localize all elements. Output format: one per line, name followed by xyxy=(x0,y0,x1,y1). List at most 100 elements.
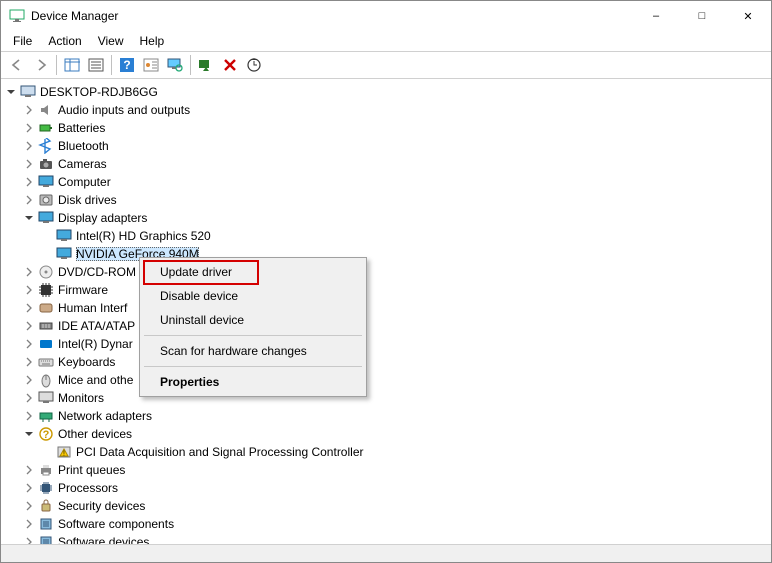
context-menu-item[interactable]: Scan for hardware changes xyxy=(142,339,364,363)
tree-node[interactable]: Human Interf xyxy=(1,299,771,317)
soft-icon xyxy=(38,534,54,544)
tree-node[interactable]: IDE ATA/ATAP xyxy=(1,317,771,335)
close-button[interactable]: ✕ xyxy=(725,1,771,31)
context-menu-item[interactable]: Update driver xyxy=(142,260,364,284)
svg-text:?: ? xyxy=(123,58,130,72)
window-controls: – □ ✕ xyxy=(633,1,771,31)
expander-open-icon[interactable] xyxy=(23,212,35,224)
maximize-button[interactable]: □ xyxy=(679,1,725,31)
expander-closed-icon[interactable] xyxy=(23,482,35,494)
tree-node[interactable]: Print queues xyxy=(1,461,771,479)
tree-node[interactable]: Software components xyxy=(1,515,771,533)
expander-closed-icon[interactable] xyxy=(23,122,35,134)
context-menu-separator xyxy=(144,366,362,367)
context-menu: Update driverDisable deviceUninstall dev… xyxy=(139,257,367,397)
menu-view[interactable]: View xyxy=(90,32,132,50)
ide-icon xyxy=(38,318,54,334)
expander-closed-icon[interactable] xyxy=(23,320,35,332)
help-button[interactable]: ? xyxy=(116,54,138,76)
expander-open-icon[interactable] xyxy=(23,428,35,440)
expander-closed-icon[interactable] xyxy=(23,266,35,278)
expander-closed-icon[interactable] xyxy=(23,140,35,152)
tree-node[interactable]: !PCI Data Acquisition and Signal Process… xyxy=(1,443,771,461)
expander-closed-icon[interactable] xyxy=(23,536,35,544)
back-button[interactable] xyxy=(6,54,28,76)
menu-action[interactable]: Action xyxy=(40,32,89,50)
network-icon xyxy=(38,408,54,424)
tree-node[interactable]: Bluetooth xyxy=(1,137,771,155)
scan-monitor-button[interactable] xyxy=(164,54,186,76)
svg-text:?: ? xyxy=(43,429,50,441)
tree-node[interactable]: Keyboards xyxy=(1,353,771,371)
tree-node[interactable]: Batteries xyxy=(1,119,771,137)
tree-node-label: Other devices xyxy=(58,427,132,441)
camera-icon xyxy=(38,156,54,172)
statusbar xyxy=(1,544,771,562)
expander-none xyxy=(41,248,53,260)
expander-closed-icon[interactable] xyxy=(23,104,35,116)
expander-closed-icon[interactable] xyxy=(23,374,35,386)
tree-node[interactable]: Software devices xyxy=(1,533,771,544)
menu-file[interactable]: File xyxy=(5,32,40,50)
expander-closed-icon[interactable] xyxy=(23,356,35,368)
monitor-icon xyxy=(56,228,72,244)
tree-node[interactable]: Security devices xyxy=(1,497,771,515)
delete-button[interactable] xyxy=(219,54,241,76)
context-menu-item[interactable]: Uninstall device xyxy=(142,308,364,332)
disk-icon xyxy=(38,192,54,208)
tree-node[interactable]: Firmware xyxy=(1,281,771,299)
tree-node-label: DESKTOP-RDJB6GG xyxy=(40,85,158,99)
tree-node[interactable]: Processors xyxy=(1,479,771,497)
tree-node[interactable]: Intel(R) Dynar xyxy=(1,335,771,353)
expander-closed-icon[interactable] xyxy=(23,194,35,206)
tree-node[interactable]: Monitors xyxy=(1,389,771,407)
minimize-button[interactable]: – xyxy=(633,1,679,31)
context-menu-item[interactable]: Properties xyxy=(142,370,364,394)
tree-node[interactable]: ? Other devices xyxy=(1,425,771,443)
expander-closed-icon[interactable] xyxy=(23,302,35,314)
expander-closed-icon[interactable] xyxy=(23,338,35,350)
tree-node-label: Cameras xyxy=(58,157,107,171)
context-menu-item[interactable]: Disable device xyxy=(142,284,364,308)
menu-help[interactable]: Help xyxy=(132,32,173,50)
tree-node[interactable]: Intel(R) HD Graphics 520 xyxy=(1,227,771,245)
tree-node-label: Software devices xyxy=(58,535,149,544)
tree-node[interactable]: Audio inputs and outputs xyxy=(1,101,771,119)
tree-node[interactable]: Network adapters xyxy=(1,407,771,425)
tree-node-label: DVD/CD-ROM xyxy=(58,265,136,279)
device-tree[interactable]: DESKTOP-RDJB6GGAudio inputs and outputsB… xyxy=(1,81,771,544)
tree-node[interactable]: NVIDIA GeForce 940M xyxy=(1,245,771,263)
chip-icon xyxy=(38,282,54,298)
window-title: Device Manager xyxy=(31,9,633,23)
update-button[interactable] xyxy=(243,54,265,76)
tree-node[interactable]: DVD/CD-ROM xyxy=(1,263,771,281)
tree-node-label: Computer xyxy=(58,175,111,189)
expander-none xyxy=(41,446,53,458)
tree-node[interactable]: Cameras xyxy=(1,155,771,173)
expander-closed-icon[interactable] xyxy=(23,158,35,170)
properties-pane-button[interactable] xyxy=(85,54,107,76)
tree-node[interactable]: Computer xyxy=(1,173,771,191)
action-button[interactable] xyxy=(140,54,162,76)
expander-open-icon[interactable] xyxy=(5,86,17,98)
expander-closed-icon[interactable] xyxy=(23,176,35,188)
show-hide-tree-button[interactable] xyxy=(61,54,83,76)
tree-node[interactable]: DESKTOP-RDJB6GG xyxy=(1,83,771,101)
expander-none xyxy=(41,230,53,242)
tree-node-label: Print queues xyxy=(58,463,125,477)
expander-closed-icon[interactable] xyxy=(23,410,35,422)
scan-hardware-button[interactable] xyxy=(195,54,217,76)
expander-closed-icon[interactable] xyxy=(23,464,35,476)
menubar: File Action View Help xyxy=(1,31,771,51)
expander-closed-icon[interactable] xyxy=(23,500,35,512)
forward-button[interactable] xyxy=(30,54,52,76)
tree-node[interactable]: Display adapters xyxy=(1,209,771,227)
computer-icon xyxy=(20,84,36,100)
expander-closed-icon[interactable] xyxy=(23,284,35,296)
expander-closed-icon[interactable] xyxy=(23,518,35,530)
expander-closed-icon[interactable] xyxy=(23,392,35,404)
tree-node-label: Security devices xyxy=(58,499,145,513)
tree-node[interactable]: Disk drives xyxy=(1,191,771,209)
tree-node[interactable]: Mice and othe xyxy=(1,371,771,389)
titlebar: Device Manager – □ ✕ xyxy=(1,1,771,31)
